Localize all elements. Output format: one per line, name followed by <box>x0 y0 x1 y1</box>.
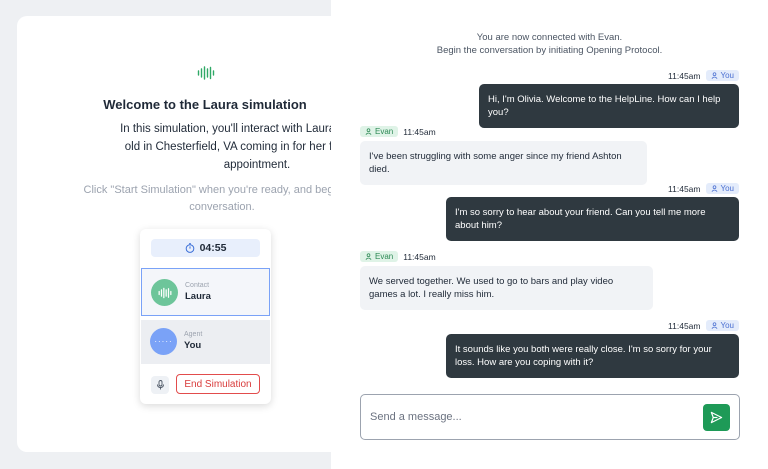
person-icon <box>711 185 717 192</box>
message-time: 11:45am <box>403 251 436 262</box>
person-icon <box>365 128 372 135</box>
sender-tag: You <box>705 183 739 194</box>
sender-tag: Evan <box>360 251 399 262</box>
contact-name: Laura <box>185 291 211 302</box>
microphone-icon <box>156 380 164 390</box>
person-icon <box>711 72 717 79</box>
system-line: Begin the conversation by initiating Ope… <box>436 45 663 56</box>
message-meta: Evan 11:45am <box>360 126 436 137</box>
send-button[interactable] <box>703 404 730 431</box>
message-meta: 11:45am You <box>668 320 739 331</box>
system-message: You are now connected with Evan. Begin t… <box>331 31 768 57</box>
sender-name: You <box>720 71 735 80</box>
message-bubble-incoming: I've been struggling with some anger sin… <box>360 141 647 185</box>
simulation-panel: 04:55 Contact Laura ····· Agent You End … <box>140 229 271 404</box>
microphone-button[interactable] <box>151 376 169 394</box>
contact-role-label: Contact <box>185 282 210 289</box>
contact-avatar <box>151 279 178 306</box>
stopwatch-icon <box>185 243 194 253</box>
sender-tag: Evan <box>360 126 399 137</box>
sender-name: You <box>720 321 735 330</box>
message-time: 11:45am <box>403 126 436 137</box>
message-bubble-incoming: We served together. We used to go to bar… <box>360 266 653 310</box>
timer: 04:55 <box>151 239 260 257</box>
agent-role-label: Agent <box>184 331 203 338</box>
chat-panel: You are now connected with Evan. Begin t… <box>331 0 768 469</box>
sender-name: You <box>720 184 735 193</box>
message-bubble-outgoing: It sounds like you both were really clos… <box>446 334 739 378</box>
message-time: 11:45am <box>668 183 701 194</box>
person-icon <box>711 322 717 329</box>
audio-wave-icon <box>197 66 215 80</box>
sender-name: Evan <box>375 127 394 136</box>
message-time: 11:45am <box>668 70 701 81</box>
agent-name: You <box>184 340 202 351</box>
message-bubble-outgoing: I'm so sorry to hear about your friend. … <box>446 197 739 241</box>
start-hint: Click "Start Simulation" when you're rea… <box>83 184 361 213</box>
message-meta: 11:45am You <box>668 183 739 194</box>
sender-tag: You <box>705 320 739 331</box>
audio-wave-icon <box>158 287 171 298</box>
timer-value: 04:55 <box>199 242 227 254</box>
send-icon <box>710 411 723 424</box>
message-meta: Evan 11:45am <box>360 251 436 262</box>
sender-name: Evan <box>375 252 394 261</box>
message-bubble-outgoing: Hi, I'm Olivia. Welcome to the HelpLine.… <box>479 84 739 128</box>
system-line: You are now connected with Evan. <box>476 32 623 43</box>
sender-tag: You <box>705 70 739 81</box>
agent-avatar: ····· <box>150 328 177 355</box>
contact-row[interactable]: Contact Laura <box>141 268 270 316</box>
message-meta: 11:45am You <box>668 70 739 81</box>
message-input[interactable] <box>370 408 690 426</box>
message-time: 11:45am <box>668 320 701 331</box>
end-simulation-button[interactable]: End Simulation <box>176 374 260 394</box>
message-composer <box>360 394 740 440</box>
person-icon <box>365 253 372 260</box>
agent-row: ····· Agent You <box>141 320 270 364</box>
